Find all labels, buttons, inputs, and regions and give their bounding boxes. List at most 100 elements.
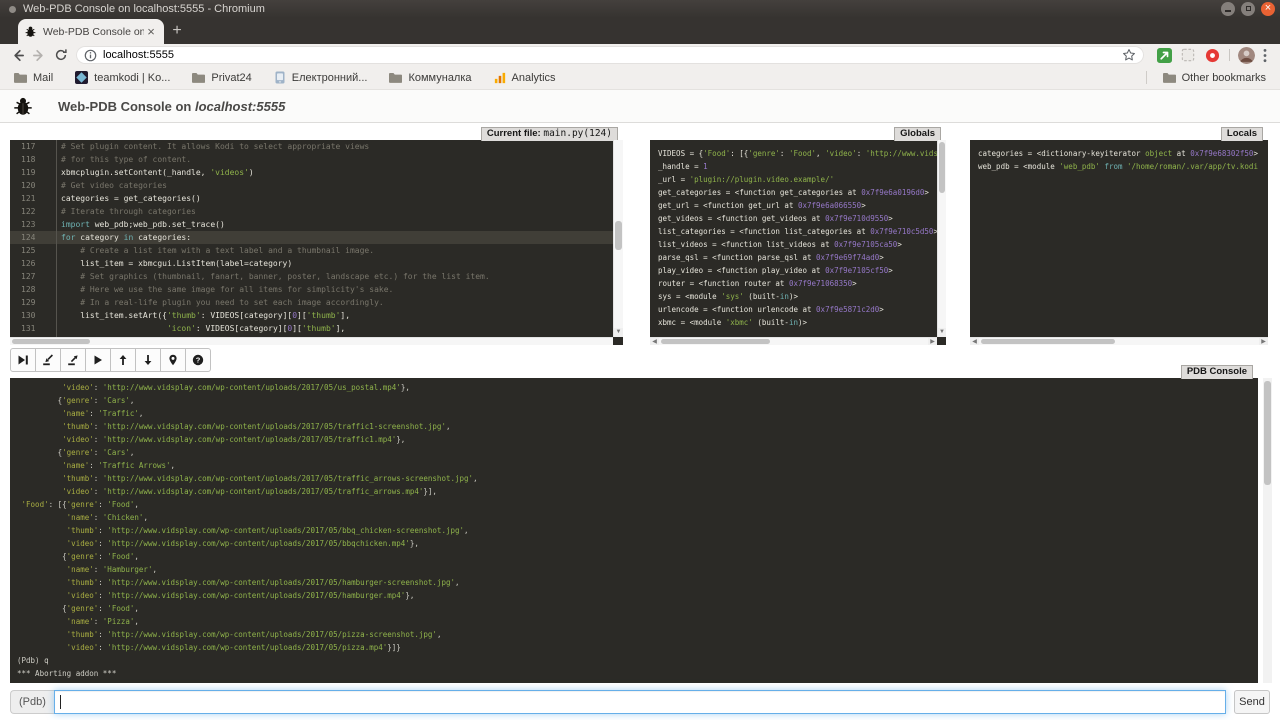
address-bar[interactable]: localhost:5555 <box>76 46 1144 64</box>
back-button[interactable] <box>6 45 28 65</box>
console-vertical-scrollbar[interactable] <box>1263 378 1272 683</box>
console-line: 'video': 'http://www.vidsplay.com/wp-con… <box>17 485 1258 498</box>
other-bookmarks-button[interactable]: Other bookmarks <box>1163 72 1266 84</box>
locals-listing: categories = <dictionary-keyiterator obj… <box>970 140 1259 337</box>
bookmark-item[interactable]: teamkodi | Ko... <box>75 71 170 84</box>
code-line: 122# Iterate through categories <box>10 205 613 218</box>
doc-icon <box>274 71 286 84</box>
step-into-button[interactable] <box>35 348 61 372</box>
site-info-icon[interactable] <box>84 49 97 62</box>
console-line: 'thumb': 'http://www.vidsplay.com/wp-con… <box>17 420 1258 433</box>
scroll-thumb[interactable] <box>981 339 1115 344</box>
globals-line: parse_qsl = <function parse_qsl at 0x7f9… <box>658 251 937 264</box>
bookmarks-list: Mail teamkodi | Ko... Privat24 Електронний.… <box>14 71 1146 84</box>
placeholder-extension-icon[interactable] <box>1178 45 1198 65</box>
scroll-left-arrow[interactable]: ◀ <box>970 338 979 345</box>
code-line: 131 'icon': VIDEOS[category][0]['thumb']… <box>10 322 613 335</box>
where-button[interactable] <box>160 348 186 372</box>
scroll-thumb[interactable] <box>939 142 945 193</box>
tab-strip: Web-PDB Console on loca × + <box>0 18 1280 44</box>
console-output: 'video': 'http://www.vidsplay.com/wp-con… <box>10 378 1258 683</box>
scroll-down-arrow[interactable]: ▼ <box>614 328 623 337</box>
menu-kebab-icon[interactable] <box>1258 45 1272 65</box>
web-pdb-bug-icon <box>12 95 34 117</box>
scroll-thumb[interactable] <box>615 221 622 251</box>
bookmark-item[interactable]: Електронний... <box>274 71 368 84</box>
console-line: 'video': 'http://www.vidsplay.com/wp-con… <box>17 641 1258 654</box>
titlebar: Web-PDB Console on localhost:5555 - Chro… <box>0 0 1280 18</box>
folder-icon <box>389 72 402 84</box>
step-out-button[interactable] <box>60 348 86 372</box>
scroll-thumb[interactable] <box>661 339 770 344</box>
globals-horizontal-scrollbar[interactable]: ◀ ▶ <box>650 337 937 345</box>
console-line: (Pdb) q <box>17 654 1258 667</box>
forward-button[interactable] <box>28 45 50 65</box>
continue-button[interactable] <box>85 348 111 372</box>
scroll-down-arrow[interactable]: ▼ <box>938 328 946 337</box>
profile-avatar[interactable] <box>1238 47 1255 64</box>
next-button[interactable] <box>10 348 36 372</box>
tab-title: Web-PDB Console on loca <box>43 26 144 38</box>
scroll-left-arrow[interactable]: ◀ <box>650 338 659 345</box>
code-line: 125 # Create a list item with a text lab… <box>10 244 613 257</box>
bookmark-item[interactable]: Privat24 <box>192 72 251 84</box>
globals-line: router = <function router at 0x7f9e71068… <box>658 277 937 290</box>
globals-line: get_url = <function get_url at 0x7f9e6a0… <box>658 199 937 212</box>
console-line: 'name': 'Pizza', <box>17 615 1258 628</box>
globals-vertical-scrollbar[interactable]: ▼ <box>937 140 946 337</box>
globals-line: _handle = 1 <box>658 160 937 173</box>
url-text: localhost:5555 <box>103 49 1122 61</box>
console-line: 'video': 'http://www.vidsplay.com/wp-con… <box>17 433 1258 446</box>
scroll-right-arrow[interactable]: ▶ <box>928 338 937 345</box>
code-line: 130 list_item.setArt({'thumb': VIDEOS[ca… <box>10 309 613 322</box>
red-extension-icon[interactable] <box>1202 45 1222 65</box>
pdb-command-input[interactable] <box>54 690 1226 714</box>
current-file-label: Current file: main.py(124) <box>481 127 618 141</box>
bookmarks-divider <box>1146 71 1147 84</box>
close-button[interactable]: × <box>1261 2 1275 16</box>
scroll-thumb[interactable] <box>12 339 90 344</box>
console-line: 'video': 'http://www.vidsplay.com/wp-con… <box>17 381 1258 394</box>
console-line: {'genre': 'Cars', <box>17 394 1258 407</box>
locals-label: Locals <box>1221 127 1263 141</box>
console-line: *** Aborting addon *** <box>17 667 1258 680</box>
folder-icon <box>1163 72 1176 84</box>
maximize-button[interactable] <box>1241 2 1255 16</box>
locals-line: categories = <dictionary-keyiterator obj… <box>978 147 1259 160</box>
scroll-right-arrow[interactable]: ▶ <box>1259 338 1268 345</box>
bookmark-item[interactable]: Коммуналка <box>389 72 471 84</box>
code-listing: 117# Set plugin content. It allows Kodi … <box>10 140 613 337</box>
code-line: 120# Get video categories <box>10 179 613 192</box>
console-line: {'genre': 'Food', <box>17 602 1258 615</box>
bookmarks-bar: Mail teamkodi | Ko... Privat24 Електронний.… <box>0 66 1280 90</box>
globals-line: sys = <module 'sys' (built-in)> <box>658 290 937 303</box>
code-line: 128 # Here we use the same image for all… <box>10 283 613 296</box>
code-vertical-scrollbar[interactable]: ▼ <box>613 140 623 337</box>
new-tab-button[interactable]: + <box>164 20 190 42</box>
code-horizontal-scrollbar[interactable] <box>10 337 613 345</box>
send-button[interactable]: Send <box>1234 690 1270 714</box>
scroll-thumb[interactable] <box>1264 381 1271 485</box>
console-line: {'genre': 'Cars', <box>17 446 1258 459</box>
down-button[interactable] <box>135 348 161 372</box>
code-line: 123import web_pdb;web_pdb.set_trace() <box>10 218 613 231</box>
other-bookmarks-label: Other bookmarks <box>1182 72 1266 84</box>
browser-tab[interactable]: Web-PDB Console on loca × <box>18 19 164 44</box>
help-button[interactable]: ? <box>185 348 211 372</box>
maximize-icon <box>1246 6 1251 11</box>
window-bullet-icon <box>9 6 16 13</box>
chart-icon <box>494 72 506 84</box>
reload-button[interactable] <box>50 45 72 65</box>
green-extension-icon[interactable] <box>1154 45 1174 65</box>
bookmark-item[interactable]: Mail <box>14 72 53 84</box>
code-line: 127 # Set graphics (thumbnail, fanart, b… <box>10 270 613 283</box>
bookmark-star-icon[interactable] <box>1122 48 1136 62</box>
minimize-button[interactable] <box>1221 2 1235 16</box>
page-title: Web-PDB Console on localhost:5555 <box>58 99 285 114</box>
tab-close-icon[interactable]: × <box>144 24 158 39</box>
code-line: 118# for this type of content. <box>10 153 613 166</box>
up-button[interactable] <box>110 348 136 372</box>
bookmark-item[interactable]: Analytics <box>494 72 556 84</box>
locals-horizontal-scrollbar[interactable]: ◀ ▶ <box>970 337 1268 345</box>
folder-icon <box>192 72 205 84</box>
